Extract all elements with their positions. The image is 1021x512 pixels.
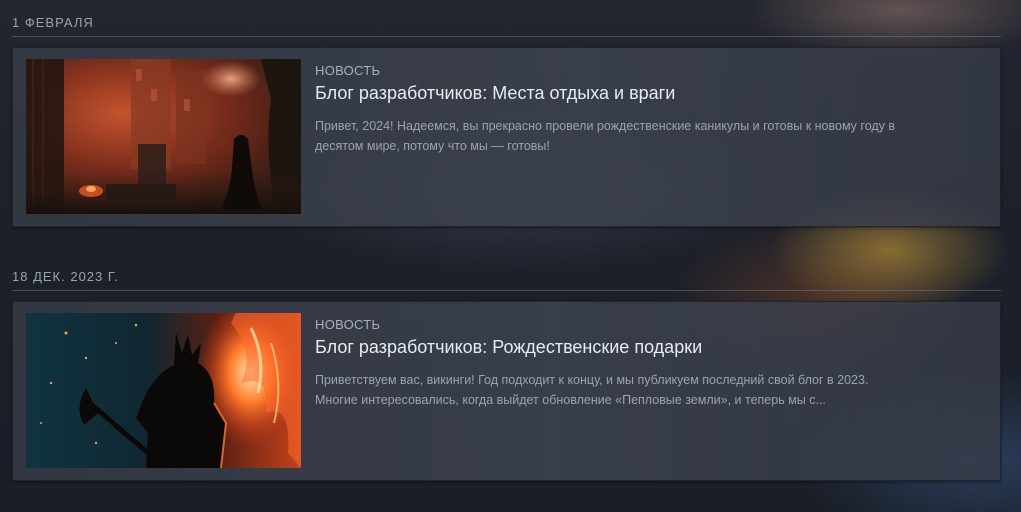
news-type-label: НОВОСТЬ (315, 317, 381, 332)
news-text: НОВОСТЬ Блог разработчиков: Места отдыха… (315, 60, 915, 156)
news-summary: Привет, 2024! Надеемся, вы прекрасно про… (315, 119, 896, 153)
news-title[interactable]: Блог разработчиков: Места отдыха и враги (315, 83, 915, 104)
dark-castle-figure-image (26, 59, 301, 214)
news-text: НОВОСТЬ Блог разработчиков: Рождественск… (315, 314, 915, 410)
news-card[interactable]: НОВОСТЬ Блог разработчиков: Места отдыха… (12, 47, 1001, 227)
date-header: 1 февраля (12, 16, 1001, 37)
news-type-label: НОВОСТЬ (315, 63, 381, 78)
news-title[interactable]: Блог разработчиков: Рождественские подар… (315, 337, 915, 358)
date-header: 18 дек. 2023 г. (12, 270, 1001, 291)
news-thumbnail-image[interactable] (26, 313, 301, 468)
news-section-1: 1 февраля (12, 16, 1001, 227)
news-thumbnail-image[interactable] (26, 59, 301, 214)
viking-warrior-fire-image (26, 313, 301, 468)
news-card[interactable]: НОВОСТЬ Блог разработчиков: Рождественск… (12, 301, 1001, 481)
news-section-2: 18 дек. 2023 г. (12, 270, 1001, 481)
news-summary: Приветствуем вас, викинги! Год подходит … (315, 373, 869, 407)
